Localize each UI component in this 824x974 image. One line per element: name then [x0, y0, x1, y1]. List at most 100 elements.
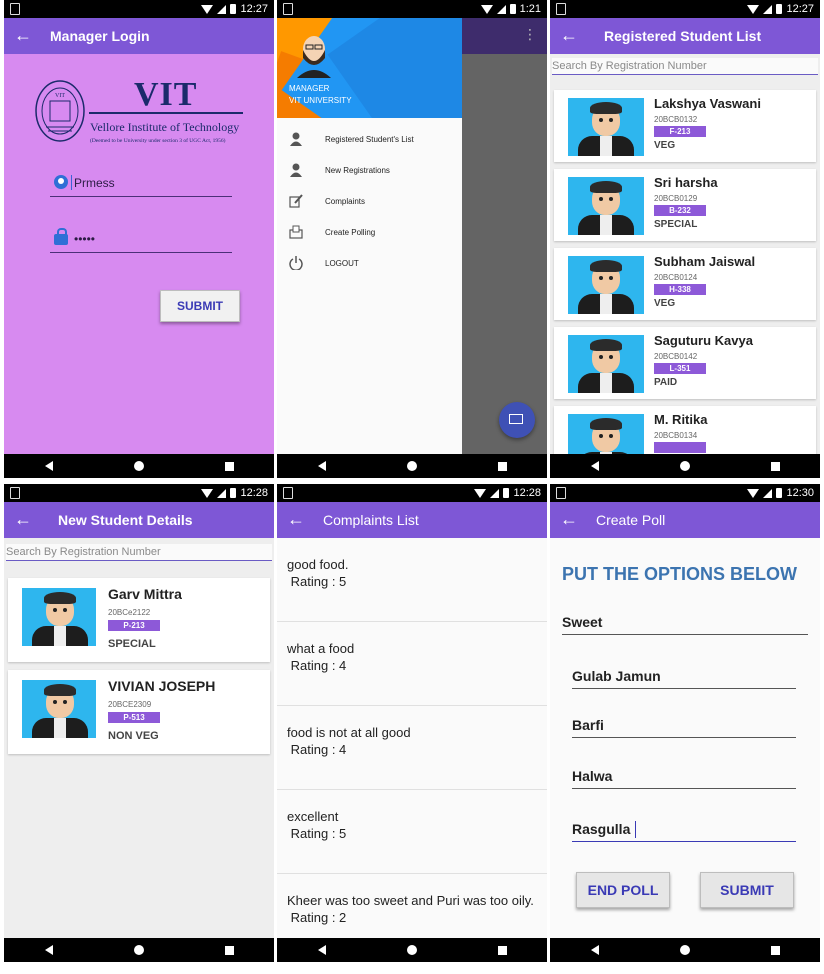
- back-arrow-icon[interactable]: ←: [14, 509, 32, 529]
- nav-recents-icon[interactable]: [770, 461, 780, 471]
- nav-home-icon[interactable]: [679, 461, 690, 471]
- student-reg: 20BCB0132: [654, 115, 698, 124]
- drawer-item-label: Create Polling: [325, 228, 376, 237]
- back-arrow-icon[interactable]: ←: [14, 25, 32, 45]
- complaint-rating: Rating : 5: [290, 826, 347, 841]
- complaint-item[interactable]: Kheer was too sweet and Puri was too oil…: [277, 874, 547, 938]
- phone-create-poll: 12:30 ← Create Poll PUT THE OPTIONS BELO…: [550, 484, 820, 962]
- drawer-item-logout[interactable]: LOGOUT: [277, 250, 462, 276]
- submit-poll-button[interactable]: SUBMIT: [700, 872, 794, 908]
- complaint-text: Kheer was too sweet and Puri was too oil…: [287, 893, 534, 908]
- nav-bar: [277, 454, 547, 478]
- vit-emblem-icon: VIT: [35, 80, 85, 142]
- app-bar: ← Registered Student List: [550, 18, 820, 54]
- password-input[interactable]: •••••: [74, 232, 95, 246]
- nav-back-icon[interactable]: [317, 945, 326, 955]
- status-time: 12:28: [240, 487, 268, 499]
- student-reg: 20BCB0142: [654, 352, 698, 361]
- student-card[interactable]: Subham Jaiswal 20BCB0124 H-338 VEG: [554, 248, 816, 320]
- user-icon: [54, 175, 68, 189]
- app-bar: ← Manager Login: [4, 18, 274, 54]
- overflow-menu-icon[interactable]: ⋮: [523, 26, 537, 43]
- drawer-item-registered-list[interactable]: Registered Student's List: [277, 126, 462, 152]
- poll-question-input[interactable]: Sweet: [562, 610, 808, 635]
- drawer-item-complaints[interactable]: Complaints: [277, 188, 462, 214]
- poll-option-input[interactable]: Barfi: [572, 713, 796, 738]
- back-arrow-icon[interactable]: ←: [560, 509, 578, 529]
- username-input[interactable]: Prmess: [74, 176, 115, 190]
- nav-recents-icon[interactable]: [770, 945, 780, 955]
- poll-option-input[interactable]: Gulab Jamun: [572, 664, 796, 689]
- signal-icon: [763, 488, 773, 498]
- nav-home-icon[interactable]: [406, 461, 417, 471]
- search-input[interactable]: Search By Registration Number: [552, 58, 818, 75]
- nav-home-icon[interactable]: [406, 945, 417, 955]
- login-screen: VIT VIT Vellore Institute of Technology …: [4, 54, 274, 454]
- nav-back-icon[interactable]: [44, 461, 53, 471]
- student-card[interactable]: Sri harsha 20BCB0129 B-232 SPECIAL: [554, 169, 816, 241]
- drawer-item-label: Registered Student's List: [325, 135, 414, 144]
- complaint-item[interactable]: good food. Rating : 5: [277, 538, 547, 622]
- nav-recents-icon[interactable]: [497, 461, 507, 471]
- student-name: VIVIAN JOSEPH: [108, 678, 216, 694]
- submit-button[interactable]: SUBMIT: [160, 290, 240, 322]
- sd-card-icon: [283, 487, 293, 499]
- pen-icon: [289, 194, 303, 208]
- back-arrow-icon[interactable]: ←: [287, 509, 305, 529]
- student-name: M. Ritika: [654, 412, 708, 427]
- app-bar: ← New Student Details: [4, 502, 274, 538]
- nav-bar: [550, 454, 820, 478]
- password-field[interactable]: •••••: [50, 228, 232, 253]
- nav-back-icon[interactable]: [317, 461, 326, 471]
- complaint-rating: Rating : 2: [290, 910, 347, 925]
- back-arrow-icon[interactable]: ←: [560, 25, 578, 45]
- drawer-item-new-registrations[interactable]: New Registrations: [277, 157, 462, 183]
- end-poll-button[interactable]: END POLL: [576, 872, 670, 908]
- student-card[interactable]: M. Ritika 20BCB0134: [554, 406, 816, 454]
- complaints-screen: good food. Rating : 5 what a food Rating…: [277, 538, 547, 938]
- drawer-item-label: Complaints: [325, 197, 366, 206]
- complaint-item[interactable]: excellent Rating : 5: [277, 790, 547, 874]
- student-card[interactable]: VIVIAN JOSEPH 20BCE2309 P-513 NON VEG: [8, 670, 270, 754]
- status-time: 1:21: [519, 3, 541, 15]
- phone-manager-login: 12:27 ← Manager Login VIT VIT Vellore In…: [4, 0, 274, 478]
- svg-text:VIT: VIT: [55, 93, 65, 99]
- student-avatar: [568, 98, 644, 156]
- meal-type: VEG: [654, 298, 676, 309]
- poll-option-input[interactable]: Rasgulla: [572, 817, 796, 842]
- poll-option-value: Halwa: [572, 768, 613, 784]
- drawer-org: VIT UNIVERSITY: [289, 96, 352, 105]
- username-field[interactable]: Prmess: [50, 172, 232, 197]
- nav-recents-icon[interactable]: [497, 945, 507, 955]
- drawer-item-create-polling[interactable]: Create Polling: [277, 219, 462, 245]
- complaint-text: excellent: [287, 809, 339, 824]
- meal-type: VEG: [654, 140, 676, 151]
- nav-back-icon[interactable]: [590, 461, 599, 471]
- complaint-item[interactable]: food is not at all good Rating : 4: [277, 706, 547, 790]
- student-card[interactable]: Saguturu Kavya 20BCB0142 L-351 PAID: [554, 327, 816, 399]
- drawer-role: MANAGER: [289, 84, 330, 93]
- student-name: Saguturu Kavya: [654, 333, 753, 348]
- complaint-item[interactable]: what a food Rating : 4: [277, 622, 547, 706]
- nav-recents-icon[interactable]: [224, 945, 234, 955]
- nav-home-icon[interactable]: [679, 945, 690, 955]
- nav-bar: [277, 938, 547, 962]
- poll-question-value: Sweet: [562, 614, 603, 630]
- vit-logo-text: VIT: [134, 76, 198, 113]
- poll-option-input[interactable]: Halwa: [572, 764, 796, 789]
- nav-back-icon[interactable]: [44, 945, 53, 955]
- student-card[interactable]: Garv Mittra 20BCe2122 P-213 SPECIAL: [8, 578, 270, 662]
- app-bar: ← Complaints List: [277, 502, 547, 538]
- nav-home-icon[interactable]: [133, 945, 144, 955]
- room-badge: F-213: [654, 126, 706, 137]
- search-input[interactable]: Search By Registration Number: [6, 544, 272, 561]
- nav-home-icon[interactable]: [133, 461, 144, 471]
- student-reg: 20BCE2309: [108, 700, 152, 709]
- room-badge: [654, 442, 706, 453]
- battery-icon: [776, 488, 783, 498]
- student-card[interactable]: Lakshya Vaswani 20BCB0132 F-213 VEG: [554, 90, 816, 162]
- nav-recents-icon[interactable]: [224, 461, 234, 471]
- nav-back-icon[interactable]: [590, 945, 599, 955]
- sd-card-icon: [556, 487, 566, 499]
- mail-fab-button[interactable]: [499, 402, 535, 438]
